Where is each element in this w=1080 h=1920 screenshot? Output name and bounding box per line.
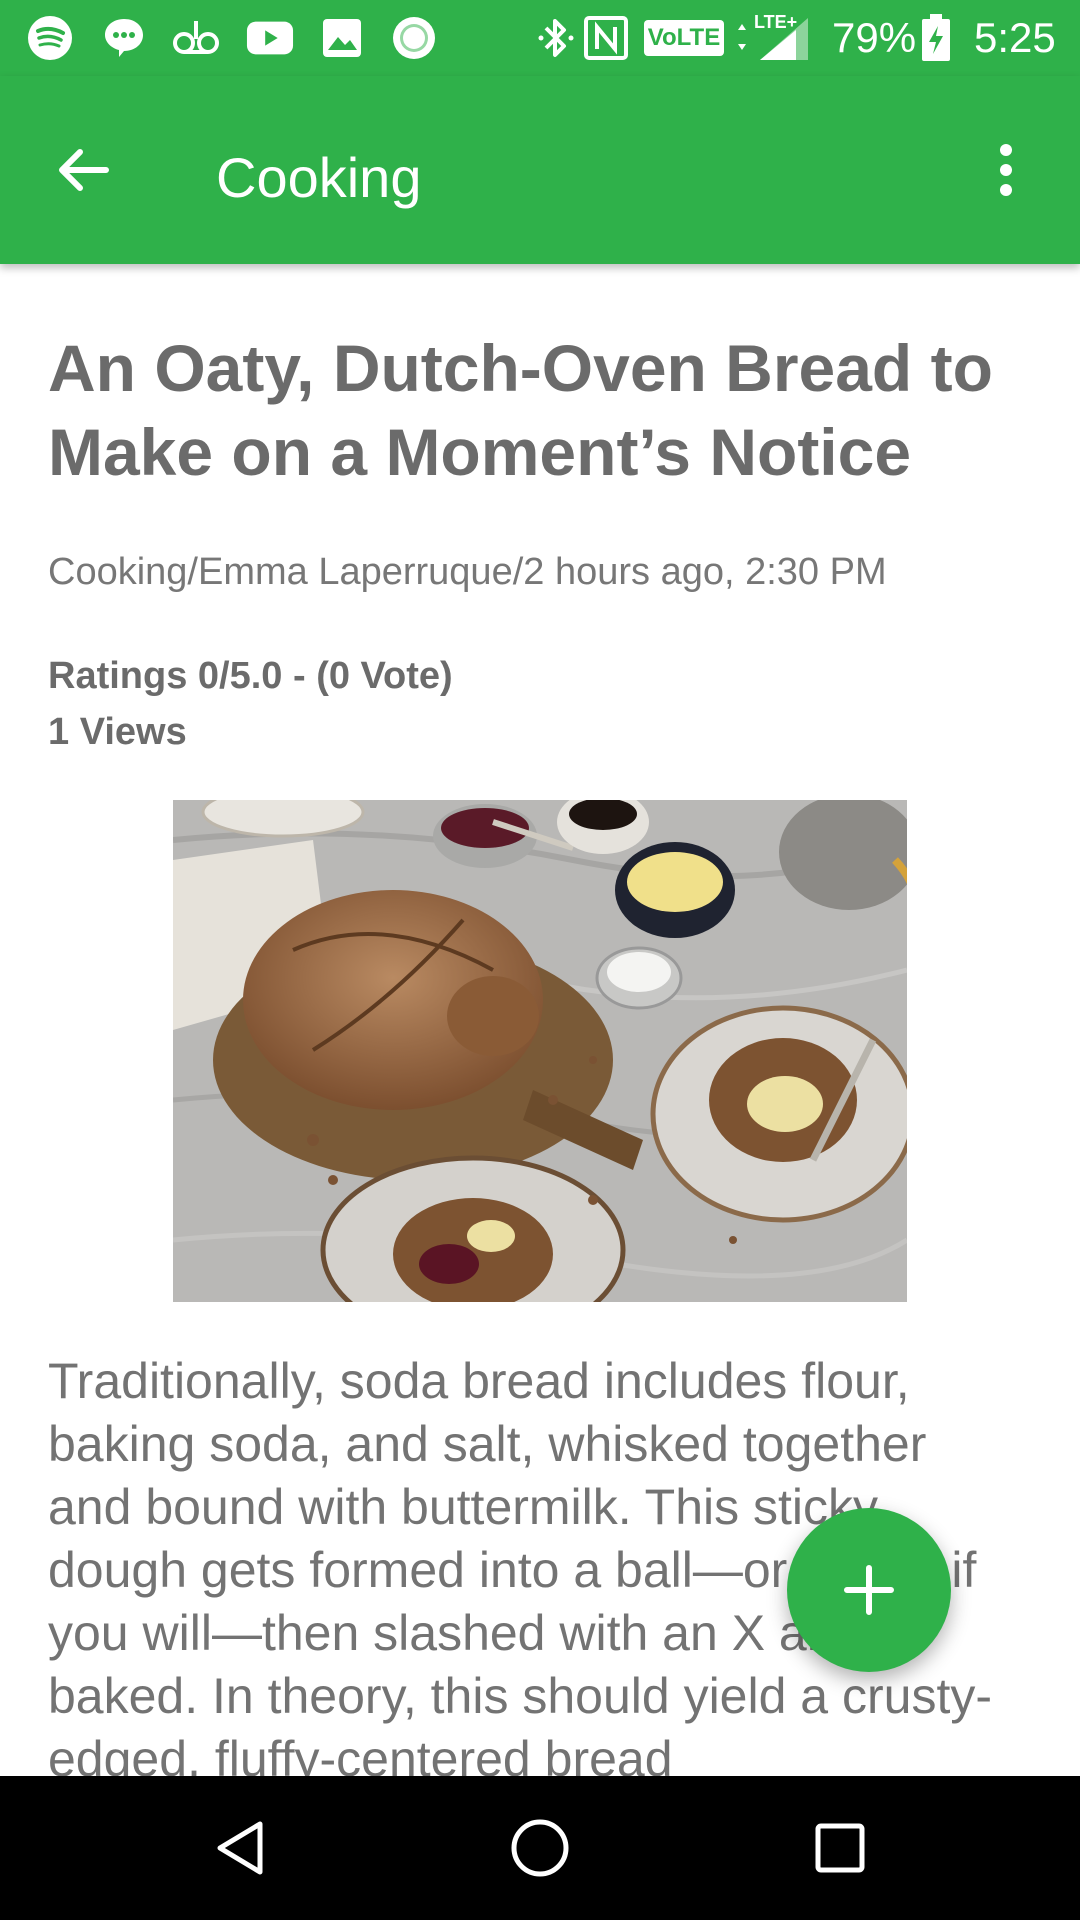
home-circle-icon	[511, 1819, 569, 1877]
article-title: An Oaty, Dutch-Oven Bread to Make on a M…	[48, 331, 993, 489]
article-ratings: Ratings 0/5.0 - (0 Vote)	[48, 655, 453, 697]
status-bar: VoLTE LTE+ 79% 5:25	[0, 0, 1080, 76]
article-views: 1 Views	[48, 711, 187, 753]
system-nav-bar	[0, 1776, 1080, 1920]
spotify-icon	[26, 14, 74, 62]
more-options-button[interactable]	[962, 126, 1050, 214]
nav-recents-button[interactable]	[800, 1808, 880, 1888]
voicemail-icon	[172, 14, 220, 62]
messages-icon	[100, 14, 148, 62]
add-icon	[844, 1565, 894, 1615]
gallery-icon	[318, 14, 366, 62]
more-vert-icon	[1000, 144, 1012, 196]
bluetooth-icon	[532, 14, 580, 62]
arrow-back-icon	[59, 149, 109, 191]
recents-square-icon	[815, 1823, 865, 1873]
battery-percent: 79%	[832, 14, 917, 61]
nfc-icon	[582, 14, 630, 62]
article-hero-image	[173, 800, 907, 1302]
nav-back-button[interactable]	[200, 1808, 280, 1888]
clock: 5:25	[974, 14, 1056, 61]
volte-icon: VoLTE	[643, 14, 725, 62]
battery-charging-icon	[918, 14, 954, 62]
back-button[interactable]	[40, 126, 128, 214]
record-icon	[390, 14, 438, 62]
add-fab-button[interactable]	[787, 1508, 951, 1672]
lte-signal-icon: LTE+	[730, 12, 810, 62]
article-byline: Cooking/Emma Laperruque/2 hours ago, 2:3…	[48, 551, 887, 593]
nav-home-button[interactable]	[500, 1808, 580, 1888]
app-bar: Cooking	[0, 76, 1080, 264]
back-triangle-icon	[217, 1821, 263, 1875]
youtube-icon	[246, 14, 294, 62]
app-title: Cooking	[216, 146, 422, 209]
